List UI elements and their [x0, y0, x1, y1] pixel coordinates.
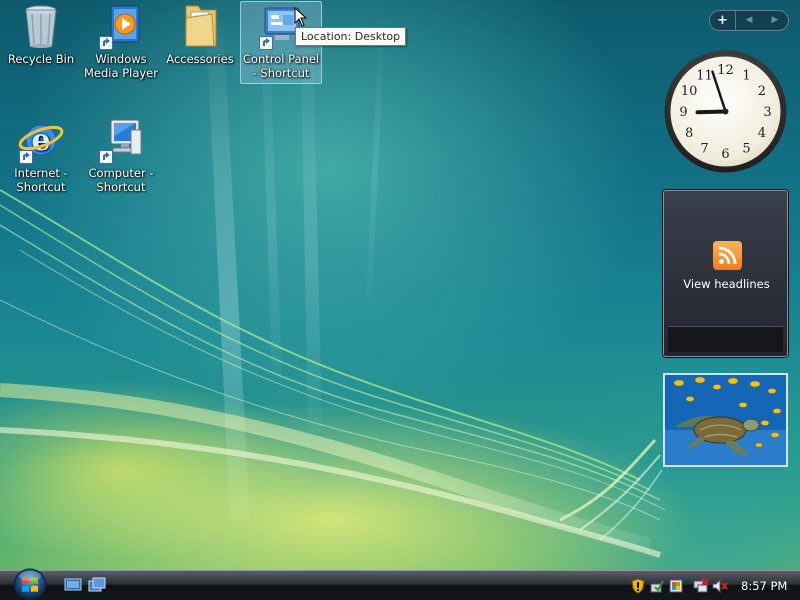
- clock-numeral: 8: [685, 126, 693, 141]
- clock-hour-hand: [695, 109, 728, 115]
- clock-numeral: 7: [700, 141, 708, 156]
- desktop-icon-recycle-bin[interactable]: Recycle Bin: [0, 2, 82, 66]
- quick-launch-toolbar: [64, 577, 106, 593]
- clock-numeral: 9: [679, 105, 687, 120]
- network-status-icon[interactable]: [649, 578, 665, 594]
- location-tooltip: Location: Desktop: [295, 27, 407, 46]
- clock-numeral: 3: [763, 105, 771, 120]
- computer-icon: [97, 116, 145, 164]
- clock-gadget[interactable]: 12 12 3 45678 9 1011: [663, 49, 788, 174]
- shortcut-arrow-icon: [99, 36, 113, 50]
- recycle-bin-icon: [17, 2, 65, 50]
- clock-numeral: 12: [717, 63, 734, 78]
- folder-icon: [176, 2, 224, 50]
- rss-feed-icon: [713, 241, 742, 270]
- desktop-icon-label: Computer - Shortcut: [88, 166, 154, 194]
- sidebar-controls: + ◀ ▶: [709, 10, 789, 31]
- clock-numeral: 6: [721, 147, 729, 162]
- next-page-button[interactable]: ▶: [762, 11, 788, 30]
- desktop-icon-windows-media-player[interactable]: Windows Media Player: [80, 2, 162, 80]
- taskbar-clock[interactable]: 8:57 PM: [741, 579, 787, 593]
- show-desktop-icon[interactable]: [64, 577, 82, 593]
- shortcut-arrow-icon: [259, 36, 273, 50]
- clock-numeral: 10: [681, 84, 698, 99]
- sea-turtle-image: [665, 375, 786, 465]
- media-player-icon: [97, 2, 145, 50]
- desktop-icon-label: Recycle Bin: [7, 52, 75, 66]
- switch-windows-icon[interactable]: [88, 577, 106, 593]
- clock-numeral: 11: [696, 69, 713, 84]
- clock-numeral: 1: [742, 69, 750, 84]
- previous-page-button[interactable]: ◀: [736, 11, 762, 30]
- clock-numeral: 2: [758, 84, 766, 99]
- clock-numeral: 5: [742, 141, 750, 156]
- desktop-icon-internet[interactable]: e Internet - Shortcut: [0, 116, 82, 194]
- windows-update-icon[interactable]: [668, 578, 684, 594]
- view-headlines-link[interactable]: View headlines: [664, 277, 789, 291]
- shortcut-arrow-icon: [19, 150, 33, 164]
- add-gadget-button[interactable]: +: [710, 11, 736, 30]
- desktop-icon-label: Windows Media Player: [84, 52, 158, 80]
- internet-explorer-icon: e: [17, 116, 65, 164]
- network-disconnected-icon[interactable]: [693, 577, 709, 594]
- desktop-icon-accessories[interactable]: Accessories: [159, 2, 241, 66]
- shortcut-arrow-icon: [99, 150, 113, 164]
- desktop-icon-label: Control Panel - Shortcut: [242, 52, 320, 80]
- feed-headlines-gadget[interactable]: View headlines: [663, 190, 788, 357]
- desktop-icon-label: Accessories: [166, 52, 234, 66]
- volume-muted-icon[interactable]: [712, 578, 728, 594]
- desktop-icon-computer[interactable]: Computer - Shortcut: [80, 116, 162, 194]
- feed-gadget-footer: [668, 326, 783, 352]
- desktop-icon-label: Internet - Shortcut: [14, 166, 68, 194]
- slideshow-gadget[interactable]: [663, 373, 788, 467]
- windows-start-orb-icon[interactable]: [10, 566, 50, 600]
- mouse-pointer-icon: [294, 7, 308, 27]
- system-tray: 8:57 PM: [630, 571, 800, 600]
- security-shield-icon[interactable]: [630, 577, 646, 594]
- clock-numeral: 4: [758, 126, 766, 141]
